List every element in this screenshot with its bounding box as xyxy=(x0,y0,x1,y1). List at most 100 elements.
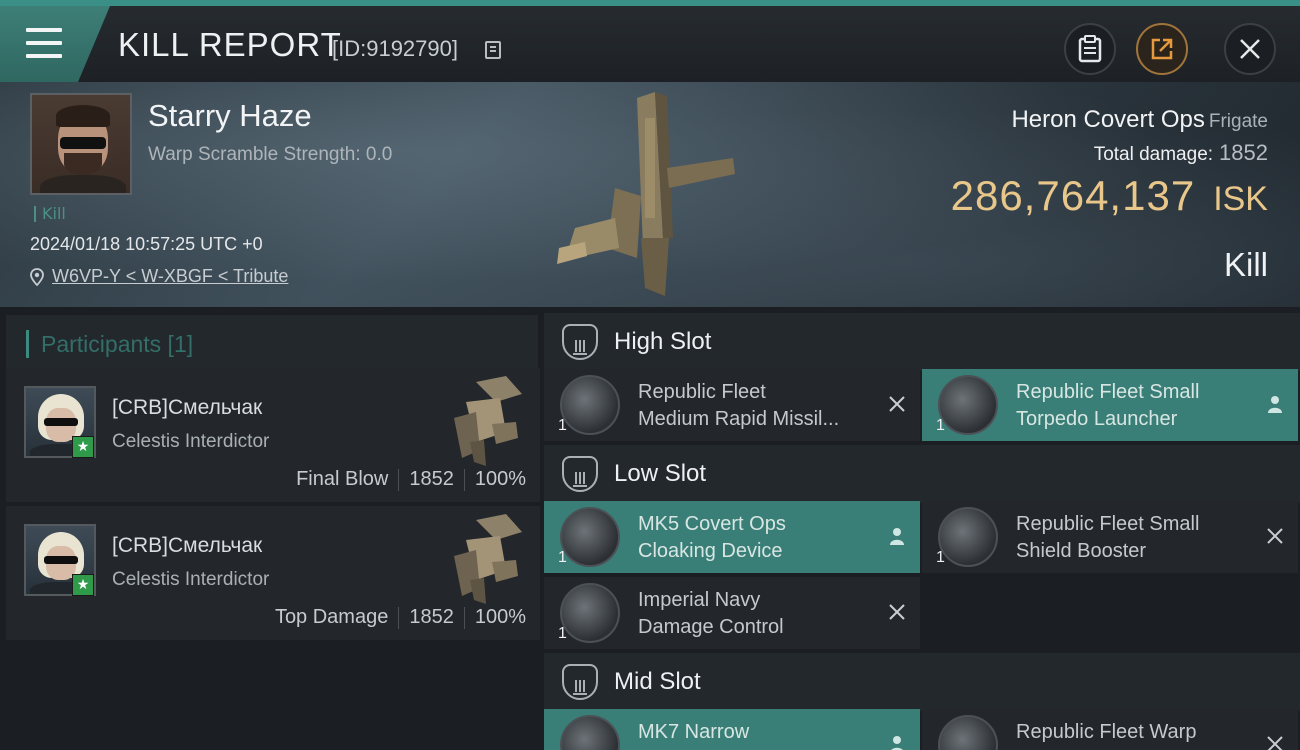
clipboard-icon xyxy=(1078,35,1102,63)
warp-scramble-strength: Warp Scramble Strength: 0.0 xyxy=(148,144,393,165)
share-icon xyxy=(1151,38,1173,60)
participant-ship: Celestis Interdictor xyxy=(112,569,270,590)
module-name-line1: MK7 Narrow xyxy=(638,721,750,743)
divider xyxy=(463,468,465,491)
kill-datetime: 2024/01/18 10:57:25 UTC +0 xyxy=(30,234,263,254)
destroyed-x-icon xyxy=(1264,733,1286,750)
total-damage-label: Total damage: xyxy=(1093,144,1214,165)
low-slot-header: Low Slot xyxy=(544,445,1300,503)
module-name-line2: Damage Control xyxy=(638,616,784,638)
victim-ship-image[interactable] xyxy=(545,88,755,303)
participant-ship-image[interactable] xyxy=(436,372,528,468)
page-title: KILL REPORT xyxy=(118,26,342,63)
divider xyxy=(398,606,400,629)
report-id: [ID:9192790] xyxy=(332,36,458,61)
participant-role: Final Blow xyxy=(296,468,389,490)
module-name-line2: Cloaking Device xyxy=(638,540,783,562)
module-item[interactable]: 1 MK5 Covert Ops Cloaking Device xyxy=(544,501,920,573)
divider xyxy=(398,468,400,491)
victim-banner: Starry Haze Warp Scramble Strength: 0.0 … xyxy=(0,82,1300,307)
module-item[interactable]: 1 Imperial Navy Damage Control xyxy=(544,577,920,649)
pilot-icon xyxy=(886,525,908,547)
high-slot-header: High Slot xyxy=(544,313,1300,371)
participant-stats: Final Blow 1852 100% xyxy=(296,468,526,491)
isk-value: 286,764,137 ISK xyxy=(951,172,1268,220)
pilot-icon xyxy=(886,733,908,750)
divider xyxy=(463,606,465,629)
module-name-line1: Republic Fleet xyxy=(638,381,766,403)
participants-panel: Participants [1] ★ [CRB]Смельчак Celesti… xyxy=(0,307,540,750)
participants-label: Participants [1] xyxy=(41,330,194,357)
module-name-line1: Republic Fleet Small xyxy=(1016,513,1200,535)
participant-name[interactable]: [CRB]Смельчак xyxy=(112,396,262,420)
top-bar: KILL REPORT [ID:9192790] xyxy=(0,0,1300,82)
pilot-icon xyxy=(1264,393,1286,415)
victim-avatar[interactable] xyxy=(30,93,132,195)
module-qty: 1 xyxy=(558,417,567,434)
high-slot-title: High Slot xyxy=(614,328,712,355)
location-pin-icon xyxy=(30,267,44,286)
star-icon: ★ xyxy=(72,574,94,596)
participant-percent: 100% xyxy=(474,606,526,628)
module-item[interactable]: 1 Republic Fleet Small Torpedo Launcher xyxy=(922,369,1298,441)
module-name-line1: Republic Fleet Small xyxy=(1016,381,1200,403)
total-damage: Total damage: 1852 xyxy=(1094,140,1268,166)
victim-ship-name: Heron Covert Ops xyxy=(1011,106,1205,133)
participant-row[interactable]: ★ [CRB]Смельчак Celestis Interdictor Fin… xyxy=(6,368,540,502)
participant-damage: 1852 xyxy=(409,606,454,628)
mid-slot-title: Mid Slot xyxy=(614,668,701,695)
participant-ship-image[interactable] xyxy=(436,510,528,606)
victim-ship[interactable]: Heron Covert Ops Frigate xyxy=(1011,106,1268,134)
victim-ship-class: Frigate xyxy=(1208,111,1268,132)
module-item[interactable]: Republic Fleet Warp xyxy=(922,709,1298,750)
module-icon xyxy=(560,583,620,643)
module-item[interactable]: MK7 Narrow xyxy=(544,709,920,750)
module-name: MK7 Narrow xyxy=(638,719,888,746)
module-icon xyxy=(938,507,998,567)
participant-percent: 100% xyxy=(474,468,526,490)
header-accent-bar xyxy=(26,330,29,358)
isk-amount: 286,764,137 xyxy=(950,172,1196,219)
copy-icon[interactable] xyxy=(485,41,501,59)
location-link[interactable]: W6VP-Y < W-XBGF < Tribute xyxy=(30,266,288,287)
participant-row[interactable]: ★ [CRB]Смельчак Celestis Interdictor Top… xyxy=(6,506,540,640)
module-icon xyxy=(938,375,998,435)
module-name-line1: Republic Fleet Warp xyxy=(1016,721,1197,743)
destroyed-x-icon xyxy=(886,393,908,415)
module-icon xyxy=(938,715,998,750)
module-name-line1: MK5 Covert Ops xyxy=(638,513,786,535)
hamburger-menu-icon[interactable] xyxy=(26,28,62,58)
module-name: MK5 Covert Ops Cloaking Device xyxy=(638,511,888,565)
total-damage-value: 1852 xyxy=(1219,140,1268,165)
share-button[interactable] xyxy=(1136,23,1188,75)
location-text[interactable]: W6VP-Y < W-XBGF < Tribute xyxy=(52,266,288,287)
mid-slot-header: Mid Slot xyxy=(544,653,1300,711)
module-item[interactable]: 1 Republic Fleet Medium Rapid Missil... xyxy=(544,369,920,441)
module-qty: 1 xyxy=(558,549,567,566)
kill-result: Kill xyxy=(1223,246,1268,283)
module-qty: 1 xyxy=(936,417,945,434)
destroyed-x-icon xyxy=(1264,525,1286,547)
module-name-line2: Torpedo Launcher xyxy=(1016,408,1178,430)
menu-tab[interactable] xyxy=(0,6,110,82)
destroyed-x-icon xyxy=(886,601,908,623)
clipboard-button[interactable] xyxy=(1064,23,1116,75)
star-icon: ★ xyxy=(72,436,94,458)
participants-header: Participants [1] xyxy=(6,315,538,373)
module-name: Republic Fleet Medium Rapid Missil... xyxy=(638,379,888,433)
module-name: Republic Fleet Warp xyxy=(1016,719,1266,746)
participant-name[interactable]: [CRB]Смельчак xyxy=(112,534,262,558)
module-name-line1: Imperial Navy xyxy=(638,589,761,611)
fitting-panel: High Slot 1 Republic Fleet Medium Rapid … xyxy=(540,307,1300,750)
module-name-line2: Medium Rapid Missil... xyxy=(638,408,840,430)
module-name: Imperial Navy Damage Control xyxy=(638,587,888,641)
participant-damage: 1852 xyxy=(409,468,454,490)
victim-name[interactable]: Starry Haze xyxy=(148,98,312,134)
module-icon xyxy=(560,715,620,750)
kill-tag: Kill xyxy=(34,206,66,222)
slot-icon xyxy=(562,664,598,700)
close-button[interactable] xyxy=(1224,23,1276,75)
participant-role: Top Damage xyxy=(274,606,389,628)
module-item[interactable]: 1 Republic Fleet Small Shield Booster xyxy=(922,501,1298,573)
module-name: Republic Fleet Small Shield Booster xyxy=(1016,511,1266,565)
